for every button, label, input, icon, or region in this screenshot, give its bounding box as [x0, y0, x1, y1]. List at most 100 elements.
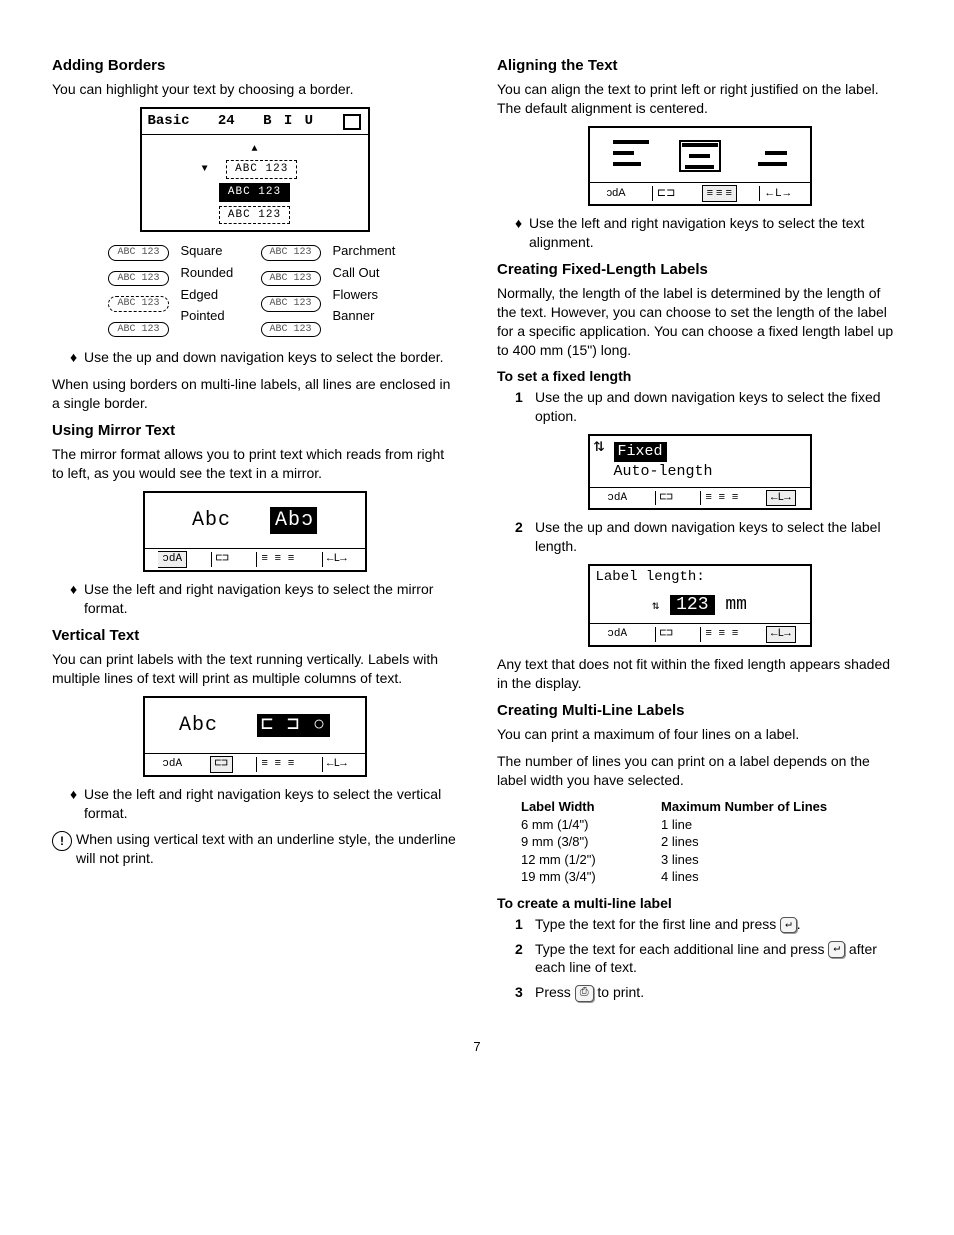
print-key-icon: ⎙	[575, 985, 594, 1002]
label-length-value: 123	[670, 595, 714, 615]
status-bar-fixed: ɔdA ⊏⊐ ≡ ≡ ≡ ←L→	[590, 488, 810, 509]
table-cell: 12 mm (1/2")	[521, 851, 661, 869]
status-vertical-icon: ⊏⊐	[211, 552, 233, 567]
table-header-lines: Maximum Number of Lines	[661, 798, 861, 816]
caution-icon: !	[52, 831, 72, 851]
heading-mirror: Using Mirror Text	[52, 421, 457, 441]
heading-fixed: Creating Fixed-Length Labels	[497, 260, 902, 280]
page-columns: Adding Borders You can highlight your te…	[52, 48, 902, 1008]
figure-mirror-lcd: Abc cdA ɔdA ⊏⊐ ≡ ≡ ≡ ←L→	[143, 491, 367, 572]
page-number: 7	[52, 1038, 902, 1056]
text-multiline-intro1: You can print a maximum of four lines on…	[497, 725, 902, 744]
border-label-parchment: Parchment	[333, 242, 401, 260]
mirror-reversed-text: cdA	[270, 507, 317, 534]
vertical-icon-selected: ⊏ ⊐ ○	[257, 714, 330, 737]
status-mirror-icon: ɔdA	[603, 491, 631, 506]
bullet-border-text: Use the up and down navigation keys to s…	[84, 348, 444, 367]
caution-vertical-text: When using vertical text with an underli…	[76, 830, 457, 868]
lcd-border-screen: Basic 24 B I U ▲▼ ABC 123 ABC 123 ABC 12…	[140, 107, 370, 232]
step-multiline-3-content: Press ⎙ to print.	[535, 983, 644, 1002]
label-length-unit: mm	[725, 595, 747, 615]
status-align-icon: ≡ ≡ ≡	[700, 627, 742, 642]
table-cell: 19 mm (3/4")	[521, 868, 661, 886]
heading-multiline: Creating Multi-Line Labels	[497, 701, 902, 721]
up-down-arrow-icon: ⇅	[652, 599, 659, 613]
status-length-icon: ←L→	[322, 757, 351, 772]
bullet-vertical: ♦ Use the left and right navigation keys…	[52, 785, 457, 823]
status-length-icon: ←L→	[766, 626, 796, 643]
status-align-icon: ≡ ≡ ≡	[256, 552, 298, 567]
status-mirror-icon: ɔdA	[603, 627, 631, 642]
border-style-table: ABC 123 ABC 123 ABC 123 ABC 123 Square R…	[52, 242, 457, 340]
border-label-pointed: Pointed	[181, 307, 249, 325]
border-pill-pointed: ABC 123	[108, 322, 168, 338]
diamond-bullet-icon: ♦	[515, 214, 529, 252]
status-vertical-icon: ⊏⊐	[210, 756, 233, 773]
step-text: Type the text for the first line and pre…	[535, 916, 780, 932]
diamond-bullet-icon: ♦	[70, 348, 84, 367]
border-indicator-icon	[343, 114, 361, 130]
bullet-align: ♦ Use the left and right navigation keys…	[497, 214, 902, 252]
figure-border-lcd: Basic 24 B I U ▲▼ ABC 123 ABC 123 ABC 12…	[140, 107, 370, 232]
table-cell: 2 lines	[661, 833, 861, 851]
status-mirror-icon: ɔdA	[603, 186, 630, 201]
table-row: 9 mm (3/8") 2 lines	[521, 833, 902, 851]
status-vertical-icon: ⊏⊐	[652, 186, 679, 201]
status-bar-mirror: ɔdA ⊏⊐ ≡ ≡ ≡ ←L→	[145, 549, 365, 570]
table-cell: 4 lines	[661, 868, 861, 886]
status-mirror-icon: ɔdA	[158, 551, 187, 568]
text-mirror-intro: The mirror format allows you to print te…	[52, 445, 457, 483]
auto-length-option: Auto-length	[614, 463, 713, 480]
border-pill-square: ABC 123	[108, 245, 168, 261]
diamond-bullet-icon: ♦	[70, 785, 84, 823]
border-sample-3: ABC 123	[219, 206, 290, 225]
heading-adding-borders: Adding Borders	[52, 56, 457, 76]
figure-fixed-option-lcd: ⇅ Fixed Auto-length ɔdA ⊏⊐ ≡ ≡ ≡ ←L→	[588, 434, 812, 510]
lcd-style: B I U	[263, 112, 315, 131]
step-fixed-1: 1 Use the up and down navigation keys to…	[515, 388, 902, 426]
step-number: 2	[515, 518, 535, 556]
up-down-arrow-icon: ⇅	[594, 440, 605, 454]
bullet-border-nav: ♦ Use the up and down navigation keys to…	[52, 348, 457, 367]
step-multiline-2-content: Type the text for each additional line a…	[535, 940, 902, 978]
step-number: 1	[515, 915, 535, 934]
table-cell: 3 lines	[661, 851, 861, 869]
enter-key-icon: ↵	[828, 941, 845, 958]
step-text: to print.	[597, 984, 644, 1000]
status-align-icon: ≡ ≡ ≡	[256, 757, 298, 772]
border-label-rounded: Rounded	[181, 264, 249, 282]
step-text: .	[797, 916, 801, 932]
border-label-banner: Banner	[333, 307, 401, 325]
table-row: 6 mm (1/4") 1 line	[521, 816, 902, 834]
status-vertical-icon: ⊏⊐	[655, 491, 677, 506]
right-column: Aligning the Text You can align the text…	[497, 48, 902, 1008]
step-multiline-2: 2 Type the text for each additional line…	[515, 940, 902, 978]
enter-key-icon: ↵	[780, 917, 797, 934]
bullet-align-text: Use the left and right navigation keys t…	[529, 214, 902, 252]
label-length-title: Label length:	[590, 566, 810, 589]
bullet-vertical-text: Use the left and right navigation keys t…	[84, 785, 457, 823]
table-row: 12 mm (1/2") 3 lines	[521, 851, 902, 869]
lcd-size: 24	[218, 112, 235, 131]
text-multiline-intro2: The number of lines you can print on a l…	[497, 752, 902, 790]
figure-align-lcd: ɔdA ⊏⊐ ≡ ≡ ≡ ←L→	[588, 126, 812, 206]
table-cell: 6 mm (1/4")	[521, 816, 661, 834]
step-fixed-2: 2 Use the up and down navigation keys to…	[515, 518, 902, 556]
text-fixed-intro: Normally, the length of the label is det…	[497, 284, 902, 360]
mirror-normal-text: Abc	[192, 509, 231, 532]
lcd-title: Basic	[148, 112, 190, 131]
diamond-bullet-icon: ♦	[70, 580, 84, 618]
border-label-edged: Edged	[181, 286, 249, 304]
table-row: 19 mm (3/4") 4 lines	[521, 868, 902, 886]
step-multiline-1: 1 Type the text for the first line and p…	[515, 915, 902, 934]
border-pill-banner: ABC 123	[261, 322, 321, 338]
step-number: 2	[515, 940, 535, 978]
caution-vertical: ! When using vertical text with an under…	[52, 830, 457, 868]
align-left-icon	[613, 140, 649, 166]
text-align-intro: You can align the text to print left or …	[497, 80, 902, 118]
status-bar-length: ɔdA ⊏⊐ ≡ ≡ ≡ ←L→	[590, 624, 810, 645]
step-multiline-1-content: Type the text for the first line and pre…	[535, 915, 801, 934]
status-bar-vertical: ɔdA ⊏⊐ ≡ ≡ ≡ ←L→	[145, 754, 365, 775]
status-length-icon: ←L→	[766, 490, 796, 507]
text-adding-borders-intro: You can highlight your text by choosing …	[52, 80, 457, 99]
